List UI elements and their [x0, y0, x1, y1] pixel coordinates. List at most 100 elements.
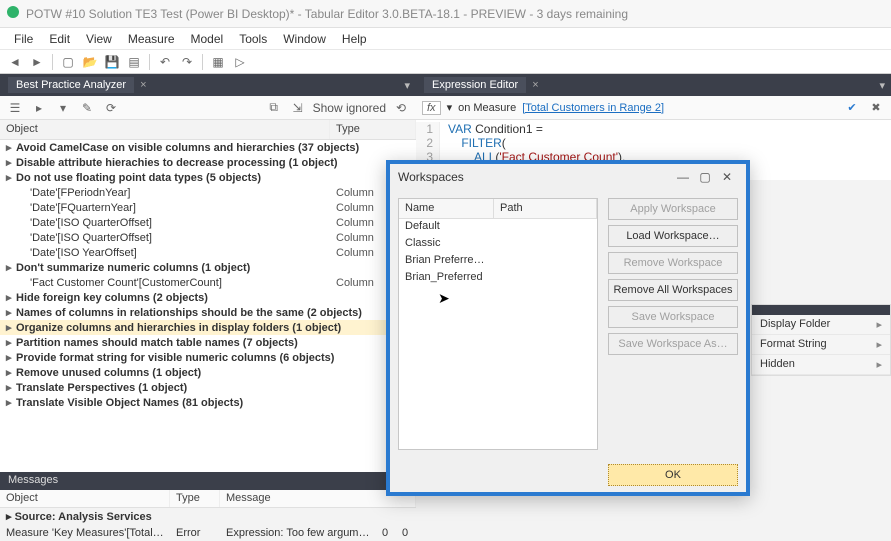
- save-workspace-button[interactable]: Save Workspace: [608, 306, 738, 328]
- bpa-rule-row[interactable]: ▸Translate Visible Object Names (81 obje…: [0, 395, 416, 410]
- menu-help[interactable]: Help: [334, 30, 375, 48]
- workspace-row[interactable]: Brian Preferred Sear…: [399, 253, 597, 270]
- toolbar-back-icon[interactable]: ◄: [6, 53, 24, 71]
- bpa-rule-row[interactable]: ▸Hide foreign key columns (2 objects): [0, 290, 416, 305]
- bpa-rule-row[interactable]: ▸Do not use floating point data types (5…: [0, 170, 416, 185]
- msg-type: Error: [170, 526, 220, 540]
- bpa-object-row[interactable]: 'Date'[ISO YearOffset]Column: [0, 245, 416, 260]
- toolbar-script-icon[interactable]: ▦: [209, 53, 227, 71]
- copy-icon[interactable]: ⧉: [265, 99, 283, 117]
- bpa-pane-header[interactable]: Best Practice Analyzer × ▾: [0, 74, 416, 96]
- toolbar-new-icon[interactable]: ▢: [59, 53, 77, 71]
- toolbar-redo-icon[interactable]: ↷: [178, 53, 196, 71]
- msg-col-type[interactable]: Type: [170, 490, 220, 507]
- close-icon[interactable]: ✕: [716, 170, 738, 184]
- code-line[interactable]: 2 FILTER(: [416, 136, 891, 150]
- menu-model[interactable]: Model: [183, 30, 232, 48]
- workspace-row[interactable]: Default: [399, 219, 597, 236]
- fx-icon[interactable]: fx: [422, 101, 441, 115]
- menu-tools[interactable]: Tools: [231, 30, 275, 48]
- bpa-object-row[interactable]: 'Date'[FPeriodnYear]Column: [0, 185, 416, 200]
- ws-col-name[interactable]: Name: [399, 199, 494, 218]
- bpa-object-row[interactable]: 'Date'[ISO QuarterOffset]Column: [0, 215, 416, 230]
- msg-c1: 0: [376, 526, 396, 540]
- code-line[interactable]: 1VAR Condition1 =: [416, 122, 891, 136]
- fix-icon[interactable]: ✎: [78, 99, 96, 117]
- script-icon[interactable]: ⟳: [102, 99, 120, 117]
- apply-workspace-button[interactable]: Apply Workspace: [608, 198, 738, 220]
- toolbar-undo-icon[interactable]: ↶: [156, 53, 174, 71]
- bpa-rule-row[interactable]: ▸Provide format string for visible numer…: [0, 350, 416, 365]
- prop-display-folder[interactable]: ▸Display Folder: [752, 315, 890, 335]
- chevron-down-icon[interactable]: ▾: [404, 79, 410, 92]
- main-toolbar: ◄ ► ▢ 📂 💾 ▤ ↶ ↷ ▦ ▷: [0, 50, 891, 74]
- toolbar-play-icon[interactable]: ▷: [231, 53, 249, 71]
- close-icon[interactable]: ×: [532, 79, 538, 91]
- bpa-rule-row[interactable]: ▸Remove unused columns (1 object): [0, 365, 416, 380]
- save-workspace-as-button[interactable]: Save Workspace As…: [608, 333, 738, 355]
- bpa-rule-row[interactable]: ▸Avoid CamelCase on visible columns and …: [0, 140, 416, 155]
- expr-pane-header[interactable]: Expression Editor × ▾: [416, 74, 891, 96]
- close-icon[interactable]: ×: [140, 79, 146, 91]
- toolbar-open-icon[interactable]: 📂: [81, 53, 99, 71]
- prop-format-string[interactable]: ▸Format String: [752, 335, 890, 355]
- msg-col-object[interactable]: Object: [0, 490, 170, 507]
- bpa-object-row[interactable]: 'Date'[FQuarternYear]Column: [0, 200, 416, 215]
- bpa-rule-row[interactable]: ▸Don't summarize numeric columns (1 obje…: [0, 260, 416, 275]
- toolbar-sep: [149, 54, 150, 70]
- export-icon[interactable]: ⇲: [289, 99, 307, 117]
- remove-workspace-button[interactable]: Remove Workspace: [608, 252, 738, 274]
- cancel-icon[interactable]: ✖: [867, 99, 885, 117]
- menu-view[interactable]: View: [78, 30, 120, 48]
- chevron-down-icon[interactable]: ▾: [879, 79, 885, 92]
- workspaces-dialog: Workspaces — ▢ ✕ Name Path DefaultClassi…: [386, 160, 750, 496]
- maximize-icon[interactable]: ▢: [694, 170, 716, 184]
- menu-measure[interactable]: Measure: [120, 30, 183, 48]
- workspace-row[interactable]: Classic: [399, 236, 597, 253]
- expand-icon[interactable]: ▸: [30, 99, 48, 117]
- remove-all-workspaces-button[interactable]: Remove All Workspaces: [608, 279, 738, 301]
- bpa-object-row[interactable]: 'Fact Customer Count'[CustomerCount]Colu…: [0, 275, 416, 290]
- bpa-rule-row[interactable]: ▸Disable attribute hierachies to decreas…: [0, 155, 416, 170]
- minimize-icon[interactable]: —: [672, 170, 694, 184]
- properties-pane[interactable]: ▸Display Folder ▸Format String ▸Hidden: [751, 304, 891, 376]
- toolbar-saveall-icon[interactable]: ▤: [125, 53, 143, 71]
- bpa-tab[interactable]: Best Practice Analyzer: [8, 77, 134, 93]
- workspaces-grid[interactable]: Name Path DefaultClassicBrian Preferred …: [398, 198, 598, 450]
- col-type[interactable]: Type: [330, 120, 416, 139]
- bpa-rule-row[interactable]: ▸Organize columns and hierarchies in dis…: [0, 320, 416, 335]
- menu-file[interactable]: File: [6, 30, 41, 48]
- messages-source[interactable]: ▸ Source: Analysis Services: [0, 508, 416, 525]
- bpa-object-row[interactable]: 'Date'[ISO QuarterOffset]Column: [0, 230, 416, 245]
- message-row[interactable]: Measure 'Key Measures'[Total Custo… Erro…: [0, 525, 416, 541]
- collapse-icon[interactable]: ▾: [54, 99, 72, 117]
- expr-tab[interactable]: Expression Editor: [424, 77, 526, 93]
- dialog-buttons: Apply Workspace Load Workspace… Remove W…: [608, 198, 738, 450]
- menu-window[interactable]: Window: [275, 30, 334, 48]
- bpa-rule-row[interactable]: ▸Names of columns in relationships shoul…: [0, 305, 416, 320]
- messages-pane-header[interactable]: Messages: [0, 472, 416, 490]
- ws-col-path[interactable]: Path: [494, 199, 597, 218]
- expr-measure-link[interactable]: [Total Customers in Range 2]: [522, 102, 664, 114]
- bpa-grid-header: Object Type: [0, 120, 416, 140]
- dialog-title: Workspaces: [398, 170, 464, 184]
- load-workspace-button[interactable]: Load Workspace…: [608, 225, 738, 247]
- accept-icon[interactable]: ✔: [843, 99, 861, 117]
- chevron-down-icon[interactable]: ▾: [447, 101, 453, 114]
- workspace-row[interactable]: Brian_Preferred: [399, 270, 597, 287]
- show-ignored-link[interactable]: Show ignored: [313, 101, 386, 115]
- ok-button[interactable]: OK: [608, 464, 738, 486]
- dialog-titlebar[interactable]: Workspaces — ▢ ✕: [390, 164, 746, 190]
- bpa-rule-row[interactable]: ▸Partition names should match table name…: [0, 335, 416, 350]
- bpa-rows[interactable]: ▸Avoid CamelCase on visible columns and …: [0, 140, 416, 472]
- prop-hidden[interactable]: ▸Hidden: [752, 355, 890, 375]
- toolbar-save-icon[interactable]: 💾: [103, 53, 121, 71]
- col-object[interactable]: Object: [0, 120, 330, 139]
- bpa-rule-row[interactable]: ▸Translate Perspectives (1 object): [0, 380, 416, 395]
- refresh-icon[interactable]: ⟲: [392, 99, 410, 117]
- menu-edit[interactable]: Edit: [41, 30, 78, 48]
- toolbar-fwd-icon[interactable]: ►: [28, 53, 46, 71]
- msg-text: Expression: Too few arguments were passe…: [220, 526, 376, 540]
- expr-context-prefix: on Measure: [458, 102, 516, 114]
- filter-icon[interactable]: ☰: [6, 99, 24, 117]
